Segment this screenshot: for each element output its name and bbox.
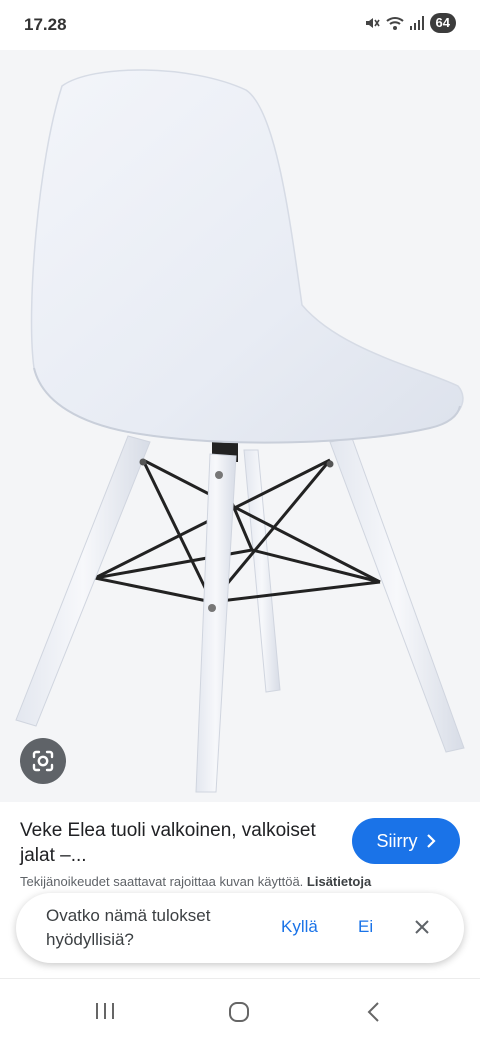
google-lens-button[interactable] xyxy=(20,738,66,784)
copyright-text: Tekijänoikeudet saattavat rajoittaa kuva… xyxy=(20,874,304,889)
recent-apps-icon[interactable] xyxy=(94,1001,116,1021)
feedback-question: Ovatko nämä tulokset hyödyllisiä? xyxy=(46,906,211,949)
signal-icon xyxy=(409,16,424,30)
back-icon[interactable] xyxy=(366,1001,380,1023)
chair-image xyxy=(15,69,465,793)
copyright-notice: Tekijänoikeudet saattavat rajoittaa kuva… xyxy=(20,874,371,889)
mute-icon xyxy=(365,18,380,28)
status-icons: 64 xyxy=(364,13,456,33)
feedback-no-button[interactable]: Ei xyxy=(358,917,373,937)
home-icon[interactable] xyxy=(228,1001,250,1023)
google-lens-icon xyxy=(32,750,54,772)
close-icon[interactable] xyxy=(412,917,432,937)
status-time: 17.28 xyxy=(24,15,67,34)
visit-button-label: Siirry xyxy=(376,830,418,851)
wifi-icon xyxy=(385,17,404,30)
chevron-right-icon xyxy=(426,834,436,848)
visit-button[interactable]: Siirry xyxy=(352,818,460,864)
image-preview[interactable] xyxy=(0,50,480,802)
result-title[interactable]: Veke Elea tuoli valkoinen, valkoiset jal… xyxy=(20,818,320,868)
feedback-card: Ovatko nämä tulokset hyödyllisiä? Kyllä … xyxy=(16,893,464,963)
navigation-bar xyxy=(0,978,480,1040)
feedback-yes-button[interactable]: Kyllä xyxy=(281,917,318,937)
battery-indicator: 64 xyxy=(429,13,456,33)
learn-more-link[interactable]: Lisätietoja xyxy=(307,874,371,889)
status-bar: 17.28 64 xyxy=(0,0,480,50)
